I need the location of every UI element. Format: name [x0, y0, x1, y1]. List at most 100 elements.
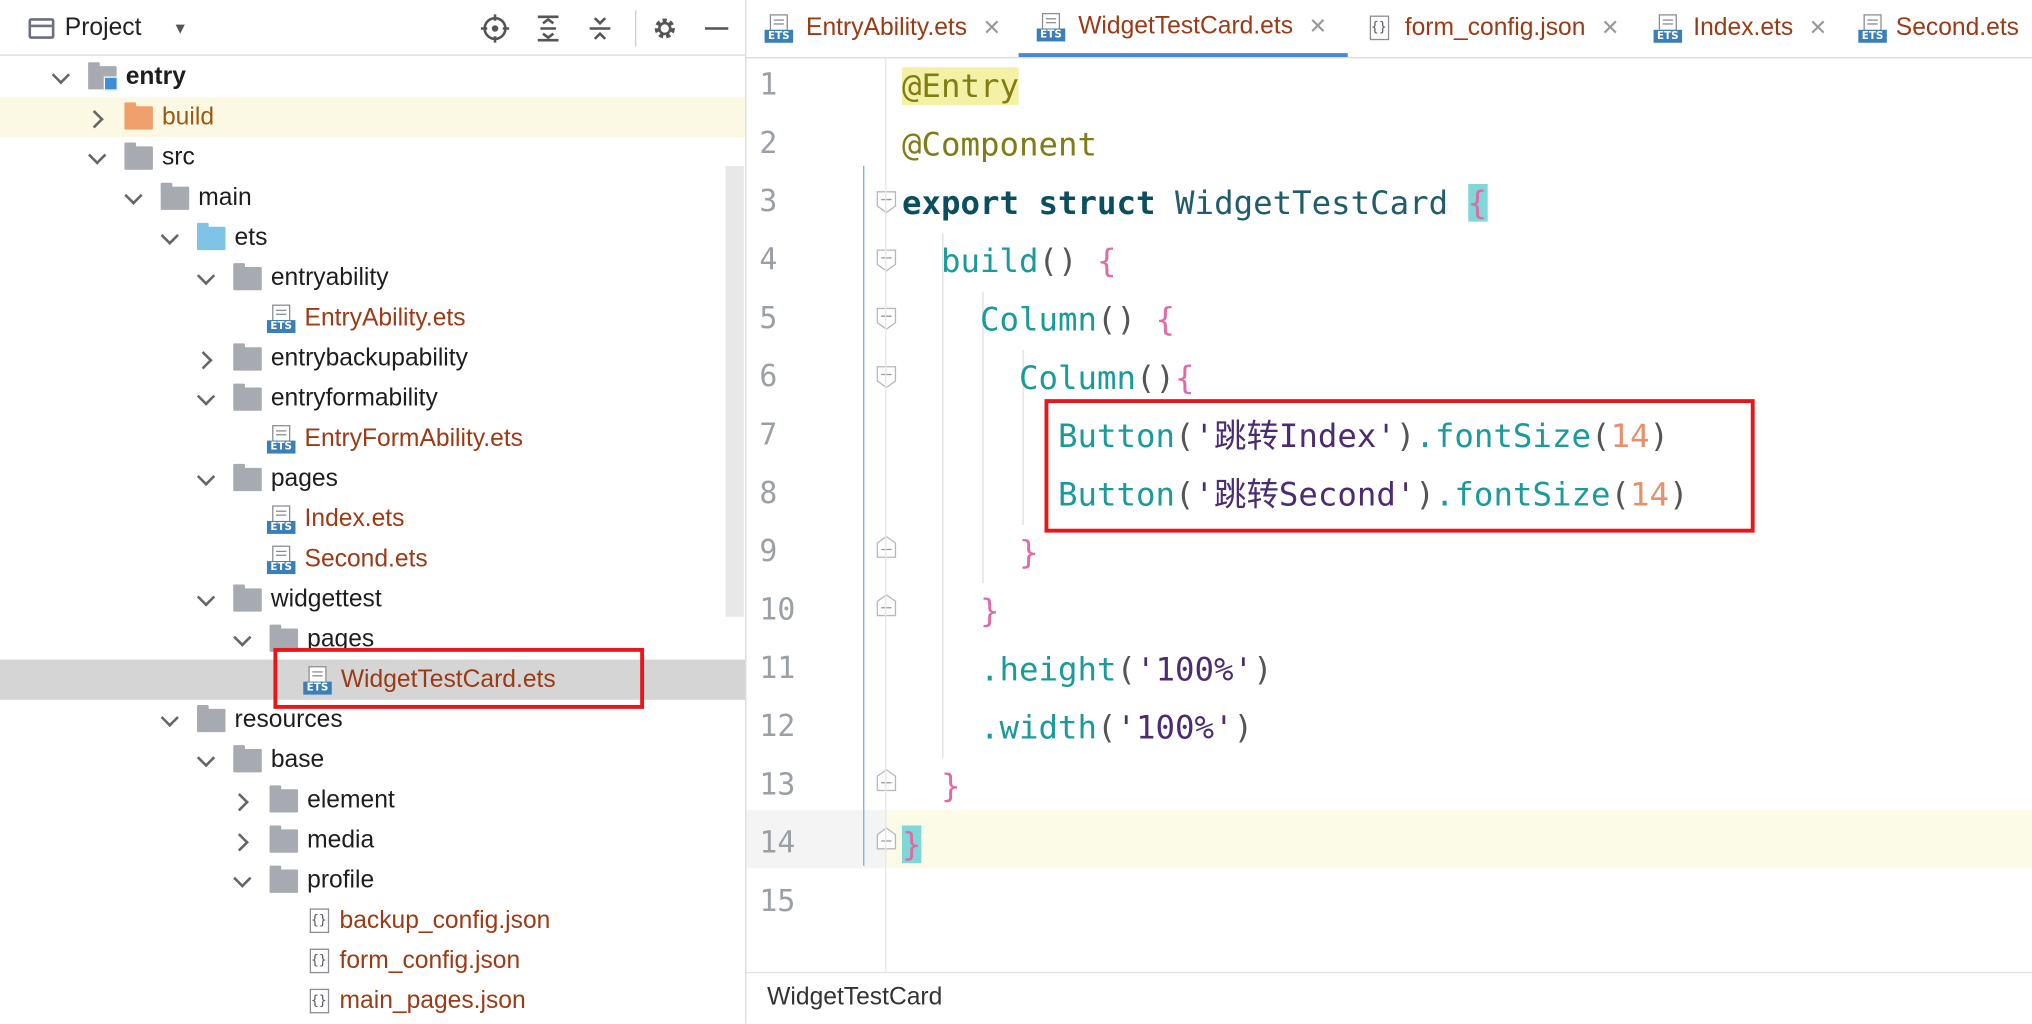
code-line: Column() {	[979, 300, 1176, 339]
module-folder-icon	[88, 61, 118, 91]
tree-item-label: entry	[125, 62, 186, 91]
tree-item-label: entryability	[270, 263, 389, 291]
tree-item-label: widgettest	[270, 585, 382, 613]
tree-item-entryformability[interactable]: entryformability	[0, 378, 745, 418]
tab-form-config-json[interactable]: {} form_config.json ✕	[1348, 0, 1636, 57]
tree-item-element[interactable]: element	[0, 780, 745, 820]
line-number: 15	[759, 885, 796, 919]
folder-icon	[124, 101, 153, 129]
code-line: @Entry	[901, 57, 1019, 115]
highlight-box-buttons	[1044, 399, 1755, 533]
tree-item-entryformability-ets[interactable]: ETS EntryFormAbility.ets	[0, 419, 745, 459]
close-icon[interactable]: ✕	[1309, 14, 1327, 40]
line-number: 10	[759, 593, 796, 628]
tree-item-label: base	[270, 745, 325, 774]
code-line: .height('100%')	[979, 650, 1273, 689]
collapse-all-icon[interactable]	[583, 13, 617, 44]
chevron-down-icon[interactable]	[197, 389, 215, 407]
project-view-selector[interactable]: Project ▼	[28, 12, 188, 46]
tree-item-ets[interactable]: ets	[0, 218, 745, 258]
tree-item-label: entryformability	[270, 384, 438, 412]
gutter-divider	[885, 57, 887, 981]
chevron-down-icon[interactable]	[197, 590, 215, 608]
chevron-down-icon[interactable]	[233, 630, 251, 648]
tree-item-widgettest[interactable]: widgettest	[0, 579, 745, 619]
minimize-icon[interactable]	[700, 13, 734, 44]
breadcrumb[interactable]: WidgetTestCard	[767, 984, 942, 1013]
chevron-down-icon[interactable]	[88, 148, 106, 166]
tree-item-label: backup_config.json	[339, 906, 551, 934]
expand-all-icon[interactable]	[531, 13, 565, 44]
tree-item-form-config-json[interactable]: {} form_config.json	[0, 941, 745, 981]
chevron-right-icon[interactable]	[233, 831, 251, 849]
chevron-down-icon[interactable]	[197, 269, 215, 287]
tree-item-label: resources	[234, 705, 343, 733]
tab-second-ets[interactable]: ETS Second.ets	[1840, 0, 2032, 57]
tree-item-label: src	[161, 143, 195, 171]
tree-item-entryability[interactable]: entryability	[0, 258, 745, 298]
close-icon[interactable]: ✕	[1809, 16, 1827, 42]
tree-item-main-pages-json[interactable]: {} main_pages.json	[0, 981, 745, 1021]
tree-item-base[interactable]: base	[0, 740, 745, 780]
folder-icon	[233, 744, 262, 772]
tab-entryability-ets[interactable]: ETS EntryAbility.ets ✕	[746, 0, 1018, 57]
tree-item-entrybackupability[interactable]: entrybackupability	[0, 338, 745, 378]
code-line: .width('100%')	[979, 708, 1254, 747]
line-number: 8	[759, 476, 778, 511]
tree-item-entryability-ets[interactable]: ETS EntryAbility.ets	[0, 298, 745, 338]
close-icon[interactable]: ✕	[1601, 16, 1619, 42]
project-toolbar: Project ▼	[0, 0, 746, 56]
json-file-icon: {}	[306, 906, 335, 935]
tree-item-label: EntryAbility.ets	[304, 303, 466, 332]
tree-scrollbar[interactable]	[725, 165, 744, 617]
folder-icon	[196, 704, 226, 732]
chevron-right-icon[interactable]	[233, 791, 251, 809]
tree-item-index-ets[interactable]: ETS Index.ets	[0, 499, 745, 539]
tree-item-media[interactable]: media	[0, 820, 745, 860]
tree-item-pages[interactable]: pages	[0, 459, 745, 499]
tree-item-label: media	[307, 826, 375, 854]
close-icon[interactable]: ✕	[983, 16, 1001, 42]
ets-file-icon: ETS	[1858, 14, 1887, 43]
tab-widgettestcard-ets[interactable]: ETS WidgetTestCard.ets ✕	[1018, 0, 1348, 58]
chevron-down-icon: ▼	[172, 19, 188, 38]
ets-file-icon: ETS	[266, 504, 296, 534]
locate-file-icon[interactable]	[478, 13, 512, 44]
tree-item-src[interactable]: src	[0, 137, 745, 177]
tree-item-backup-config-json[interactable]: {} backup_config.json	[0, 901, 745, 941]
chevron-down-icon[interactable]	[197, 751, 215, 769]
tab-label: Second.ets	[1895, 14, 2020, 42]
tree-item-entry[interactable]: entry	[0, 57, 745, 97]
chevron-down-icon[interactable]	[233, 871, 251, 889]
tree-item-second-ets[interactable]: ETS Second.ets	[0, 539, 745, 579]
tab-label: form_config.json	[1404, 14, 1586, 42]
tree-item-label: build	[161, 103, 215, 131]
project-panel: Project ▼ entry build src main ets entry…	[0, 0, 747, 1024]
code-token: @Component	[901, 125, 1097, 164]
chevron-down-icon[interactable]	[197, 470, 215, 488]
folder-icon	[233, 583, 262, 612]
line-number: 3	[759, 185, 778, 220]
chevron-down-icon[interactable]	[124, 189, 142, 207]
tab-label: WidgetTestCard.ets	[1078, 12, 1294, 40]
editor-panel: ETS EntryAbility.ets ✕ ETS WidgetTestCar…	[746, 0, 2032, 1024]
chevron-down-icon[interactable]	[161, 229, 179, 247]
chevron-down-icon[interactable]	[161, 711, 179, 729]
scope-indicator-line	[863, 165, 865, 866]
chevron-right-icon[interactable]	[197, 349, 215, 367]
ets-file-icon: ETS	[266, 544, 296, 574]
chevron-down-icon[interactable]	[52, 68, 70, 86]
folder-icon	[269, 865, 299, 893]
tab-index-ets[interactable]: ETS Index.ets ✕	[1635, 0, 1840, 57]
tree-item-label: entrybackupability	[270, 344, 468, 372]
code-token: @Entry	[901, 67, 1019, 105]
tree-item-build[interactable]: build	[0, 97, 746, 138]
tree-item-label: main	[198, 183, 252, 211]
tree-item-profile[interactable]: profile	[0, 860, 745, 900]
tree-item-main[interactable]: main	[0, 178, 745, 218]
gear-icon[interactable]	[648, 13, 682, 44]
line-number: 14	[759, 826, 796, 861]
tree-item-label: EntryFormAbility.ets	[304, 424, 523, 452]
line-number: 13	[759, 768, 796, 803]
chevron-right-icon[interactable]	[88, 108, 106, 126]
